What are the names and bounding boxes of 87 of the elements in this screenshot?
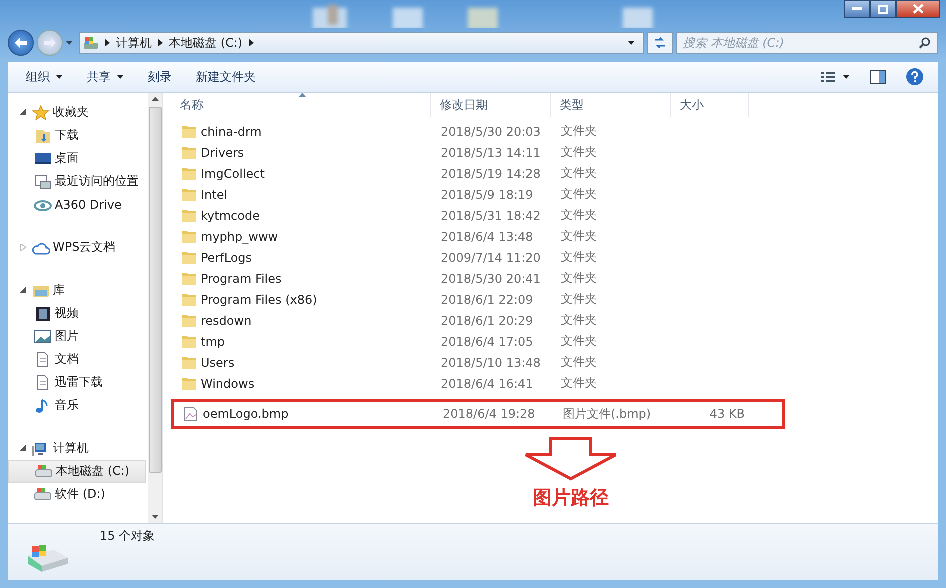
sidebar-label: 最近访问的位置 xyxy=(55,173,139,190)
table-cell: 文件夹 xyxy=(561,375,597,392)
file-name[interactable]: ImgCollect xyxy=(201,166,265,180)
file-name[interactable]: Intel xyxy=(201,188,228,202)
table-cell: 文件夹 xyxy=(561,249,597,266)
sidebar-label: 图片 xyxy=(55,328,79,345)
sidebar-item[interactable]: 最近访问的位置 xyxy=(8,170,148,193)
sidebar-item[interactable]: 迅雷下载 xyxy=(8,371,148,394)
table-cell: 2018/5/13 14:11 xyxy=(441,146,541,160)
breadcrumb[interactable]: 本地磁盘 (C:) xyxy=(169,34,243,52)
table-cell: 2018/5/9 18:19 xyxy=(441,188,534,202)
table-cell: 2018/5/30 20:41 xyxy=(441,272,541,286)
table-cell: 文件夹 xyxy=(561,144,597,161)
search-field[interactable]: 搜索 本地磁盘 (C:) xyxy=(676,32,938,54)
sidebar-label: 库 xyxy=(53,282,65,299)
toolbar-button[interactable]: 共享 xyxy=(77,64,134,90)
sidebar-item[interactable]: 下载 xyxy=(8,124,148,147)
file-name[interactable]: Drivers xyxy=(201,146,244,160)
sidebar-item[interactable]: 文档 xyxy=(8,348,148,371)
table-cell: 2018/5/30 20:03 xyxy=(441,124,541,138)
sidebar-item[interactable]: A360 Drive xyxy=(8,193,148,216)
sidebar-item[interactable]: 本地磁盘 (C:) xyxy=(8,460,146,483)
table-cell: 文件夹 xyxy=(561,123,597,140)
file-name[interactable]: myphp_www xyxy=(201,230,278,244)
toolbar-button[interactable]: 组织 xyxy=(16,64,73,90)
table-cell: 2018/5/31 18:42 xyxy=(441,208,541,222)
table-cell: 文件夹 xyxy=(561,165,597,182)
table-cell: 2018/6/4 17:05 xyxy=(441,334,534,348)
table-cell: 文件夹 xyxy=(561,312,597,329)
sidebar-label: 本地磁盘 (C:) xyxy=(56,463,130,480)
sidebar-label: 音乐 xyxy=(55,397,79,414)
sidebar-label: 计算机 xyxy=(53,440,89,457)
table-cell: 2018/5/10 13:48 xyxy=(441,356,541,370)
table-cell: 文件夹 xyxy=(561,354,597,371)
table-cell: 2018/6/4 16:41 xyxy=(441,376,534,390)
table-cell: 图片文件(.bmp) xyxy=(563,406,652,422)
table-cell: 文件夹 xyxy=(561,207,597,224)
sidebar-label: WPS云文档 xyxy=(53,239,116,256)
table-cell: 2018/6/1 20:29 xyxy=(441,314,534,328)
table-cell: 2018/5/19 14:28 xyxy=(441,166,541,180)
table-cell: 43 KB xyxy=(710,407,745,421)
sidebar-label: 下载 xyxy=(55,127,79,144)
table-cell: 文件夹 xyxy=(561,228,597,245)
file-name[interactable]: oemLogo.bmp xyxy=(203,407,289,421)
file-name[interactable]: PerfLogs xyxy=(201,250,252,264)
address-bar[interactable]: 计算机 本地磁盘 (C:) xyxy=(79,32,644,54)
table-cell: 2018/6/4 19:28 xyxy=(443,407,536,421)
sidebar-item[interactable]: 视频 xyxy=(8,302,148,325)
column-header[interactable]: 修改日期 xyxy=(431,93,551,117)
sidebar-label: A360 Drive xyxy=(55,198,122,212)
file-name[interactable]: Program Files (x86) xyxy=(201,292,318,306)
breadcrumb[interactable]: 计算机 xyxy=(116,34,152,52)
table-cell: 2009/7/14 11:20 xyxy=(441,250,541,264)
sidebar-group[interactable]: 计算机 xyxy=(8,437,148,460)
sidebar-group[interactable]: WPS云文档 xyxy=(8,236,148,259)
sidebar-label: 迅雷下载 xyxy=(55,374,103,391)
toolbar-button[interactable]: 新建文件夹 xyxy=(186,64,266,90)
column-header[interactable]: 类型 xyxy=(551,93,671,117)
sidebar-label: 视频 xyxy=(55,305,79,322)
table-cell: 2018/6/1 22:09 xyxy=(441,292,534,306)
sidebar-label: 桌面 xyxy=(55,150,79,167)
toolbar-button[interactable]: 刻录 xyxy=(138,64,182,90)
file-name[interactable]: kytmcode xyxy=(201,208,260,222)
column-header[interactable]: 名称 xyxy=(171,93,431,117)
table-cell: 文件夹 xyxy=(561,333,597,350)
table-cell: 文件夹 xyxy=(561,270,597,287)
file-name[interactable]: Program Files xyxy=(201,272,282,286)
sidebar-label: 收藏夹 xyxy=(53,104,89,121)
annotation-label: 图片路径 xyxy=(533,486,609,511)
sidebar-item[interactable]: 音乐 xyxy=(8,394,148,417)
table-cell: 文件夹 xyxy=(561,186,597,203)
file-name[interactable]: Users xyxy=(201,356,235,370)
sidebar-group[interactable]: 收藏夹 xyxy=(8,101,148,124)
file-name[interactable]: tmp xyxy=(201,334,226,348)
column-header[interactable]: 大小 xyxy=(671,93,749,117)
sidebar-item[interactable]: 桌面 xyxy=(8,147,148,170)
sidebar-group[interactable]: 库 xyxy=(8,279,148,302)
file-name[interactable]: Windows xyxy=(201,376,255,390)
sidebar-label: 软件 (D:) xyxy=(55,486,106,503)
sidebar-label: 文档 xyxy=(55,351,79,368)
table-cell: 文件夹 xyxy=(561,291,597,308)
sidebar-item[interactable]: 图片 xyxy=(8,325,148,348)
file-name[interactable]: resdown xyxy=(201,314,252,328)
sidebar-item[interactable]: 软件 (D:) xyxy=(8,483,148,506)
table-cell: 2018/6/4 13:48 xyxy=(441,230,534,244)
item-count: 15 个对象 xyxy=(100,528,156,545)
file-name[interactable]: china-drm xyxy=(201,124,262,138)
